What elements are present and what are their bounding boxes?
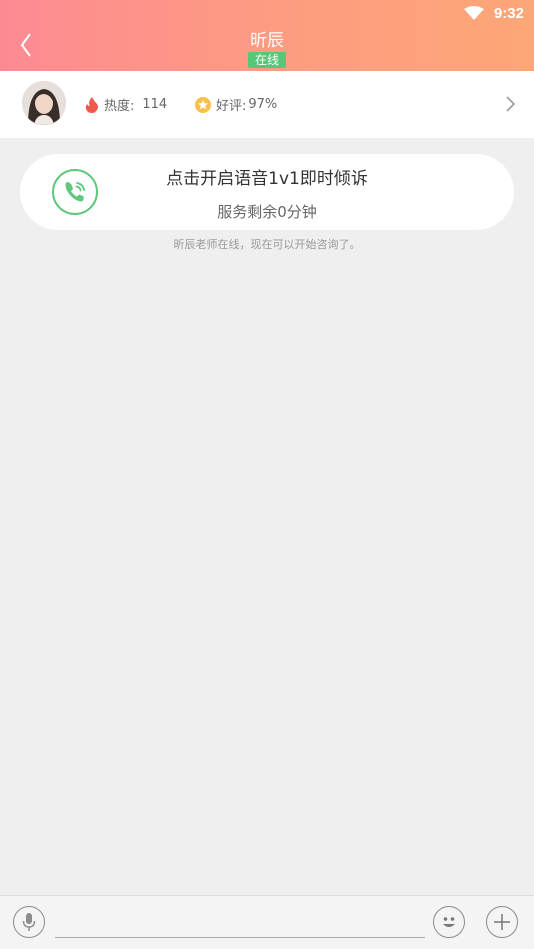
- emoji-button[interactable]: [433, 906, 465, 938]
- status-time: 9:32: [493, 5, 524, 22]
- mic-icon: [22, 913, 36, 931]
- call-card-title: 点击开启语音1v1即时倾诉: [166, 169, 368, 189]
- star-badge-icon: [195, 96, 211, 113]
- wifi-icon: [464, 6, 484, 20]
- heat-value: 114: [142, 97, 168, 112]
- heat-label: 热度:: [104, 99, 135, 114]
- avatar[interactable]: [22, 81, 66, 125]
- app-header: 9:32 昕辰 在线: [0, 0, 534, 71]
- chevron-right-icon[interactable]: [504, 95, 516, 113]
- plus-icon: [494, 914, 510, 930]
- service-remaining-text: 服务剩余0分钟: [217, 203, 317, 221]
- flame-icon: [85, 96, 98, 113]
- voice-call-card[interactable]: 点击开启语音1v1即时倾诉 服务剩余0分钟: [20, 154, 514, 230]
- counselor-profile-bar[interactable]: 热度: 114 好评: 97%: [0, 71, 534, 138]
- heat-stat: 热度: 114: [85, 95, 167, 114]
- message-input[interactable]: [55, 908, 425, 938]
- more-actions-button[interactable]: [486, 906, 518, 938]
- rating-value: 97%: [248, 97, 278, 112]
- page-title: 昕辰: [250, 31, 284, 51]
- rating-label: 好评:: [216, 99, 247, 114]
- rating-stat: 好评: 97%: [195, 95, 277, 114]
- voice-input-button[interactable]: [13, 906, 45, 938]
- chat-input-bar: [0, 895, 534, 949]
- online-status-badge: 在线: [248, 52, 286, 68]
- system-message: 昕辰老师在线，现在可以开始咨询了。: [173, 238, 361, 251]
- emoji-icon: [443, 917, 455, 927]
